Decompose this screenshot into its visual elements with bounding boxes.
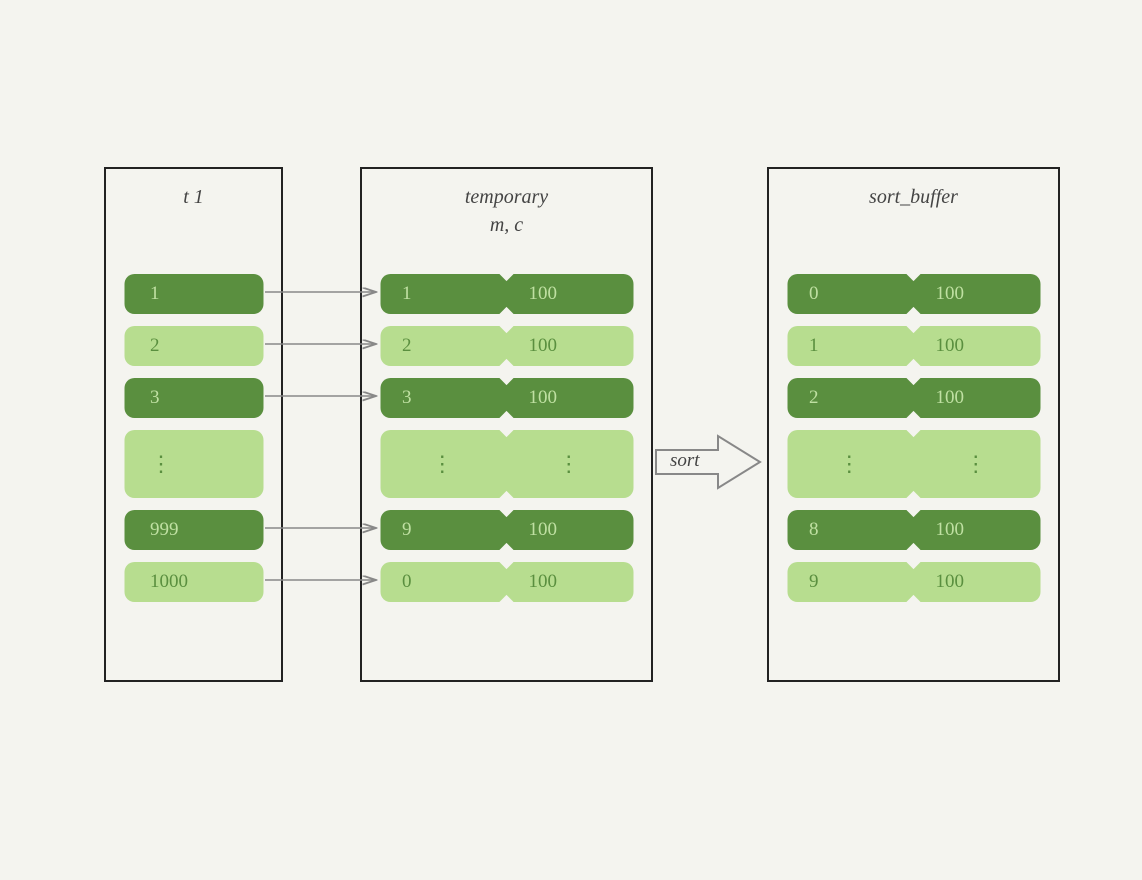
title-line-1: temporary [362,183,651,211]
table-row: 1 100 [787,326,1040,366]
table-row: 1 [124,274,263,314]
cell-value: 100 [914,562,1041,602]
cell-value: 0 [787,274,914,314]
title-line-2: m, c [362,211,651,239]
cell-value: 8 [787,510,914,550]
cell-value: 9 [380,510,507,550]
box-sort-buffer: sort_buffer 0 100 1 100 2 100 ⋮ ⋮ 8 100 [767,167,1060,682]
box-sort-buffer-title: sort_buffer [769,183,1058,211]
cell-value: 100 [914,510,1041,550]
cell-value: 100 [914,274,1041,314]
box-t1-rows: 1 2 3 ⋮ 999 1000 [124,274,263,614]
cell-value: 2 [787,378,914,418]
cell-value: 100 [507,274,634,314]
cell-value: 100 [914,378,1041,418]
cell-value: 100 [507,510,634,550]
table-row: 3 [124,378,263,418]
box-temporary-rows: 1 100 2 100 3 100 ⋮ ⋮ 9 100 0 100 [380,274,633,614]
table-row-ellipsis: ⋮ ⋮ [787,430,1040,498]
table-row-ellipsis: ⋮ ⋮ [380,430,633,498]
cell-value: 2 [380,326,507,366]
table-row: 1000 [124,562,263,602]
cell-value: 9 [787,562,914,602]
table-row: 2 100 [380,326,633,366]
table-row: 999 [124,510,263,550]
box-t1-title: t 1 [106,183,281,211]
cell-value: ⋮ [124,430,263,498]
table-row-ellipsis: ⋮ [124,430,263,498]
cell-value: 1 [380,274,507,314]
table-row: 0 100 [380,562,633,602]
cell-value: 100 [914,326,1041,366]
cell-value: 3 [124,378,263,418]
cell-value: 100 [507,326,634,366]
cell-value: 2 [124,326,263,366]
table-row: 8 100 [787,510,1040,550]
cell-value: 0 [380,562,507,602]
table-row: 9 100 [787,562,1040,602]
cell-value: 3 [380,378,507,418]
cell-value: ⋮ [507,430,634,498]
cell-value: ⋮ [914,430,1041,498]
cell-value: 1 [124,274,263,314]
cell-value: 1000 [124,562,263,602]
table-row: 2 [124,326,263,366]
cell-value: 100 [507,562,634,602]
table-row: 0 100 [787,274,1040,314]
box-sort-buffer-rows: 0 100 1 100 2 100 ⋮ ⋮ 8 100 9 100 [787,274,1040,614]
cell-value: 999 [124,510,263,550]
cell-value: ⋮ [380,430,507,498]
box-t1: t 1 1 2 3 ⋮ 999 1000 [104,167,283,682]
box-temporary: temporary m, c 1 100 2 100 3 100 ⋮ ⋮ 9 1… [360,167,653,682]
sort-label: sort [670,450,700,472]
cell-value: 100 [507,378,634,418]
table-row: 1 100 [380,274,633,314]
box-temporary-title: temporary m, c [362,183,651,239]
cell-value: 1 [787,326,914,366]
table-row: 9 100 [380,510,633,550]
table-row: 2 100 [787,378,1040,418]
cell-value: ⋮ [787,430,914,498]
table-row: 3 100 [380,378,633,418]
